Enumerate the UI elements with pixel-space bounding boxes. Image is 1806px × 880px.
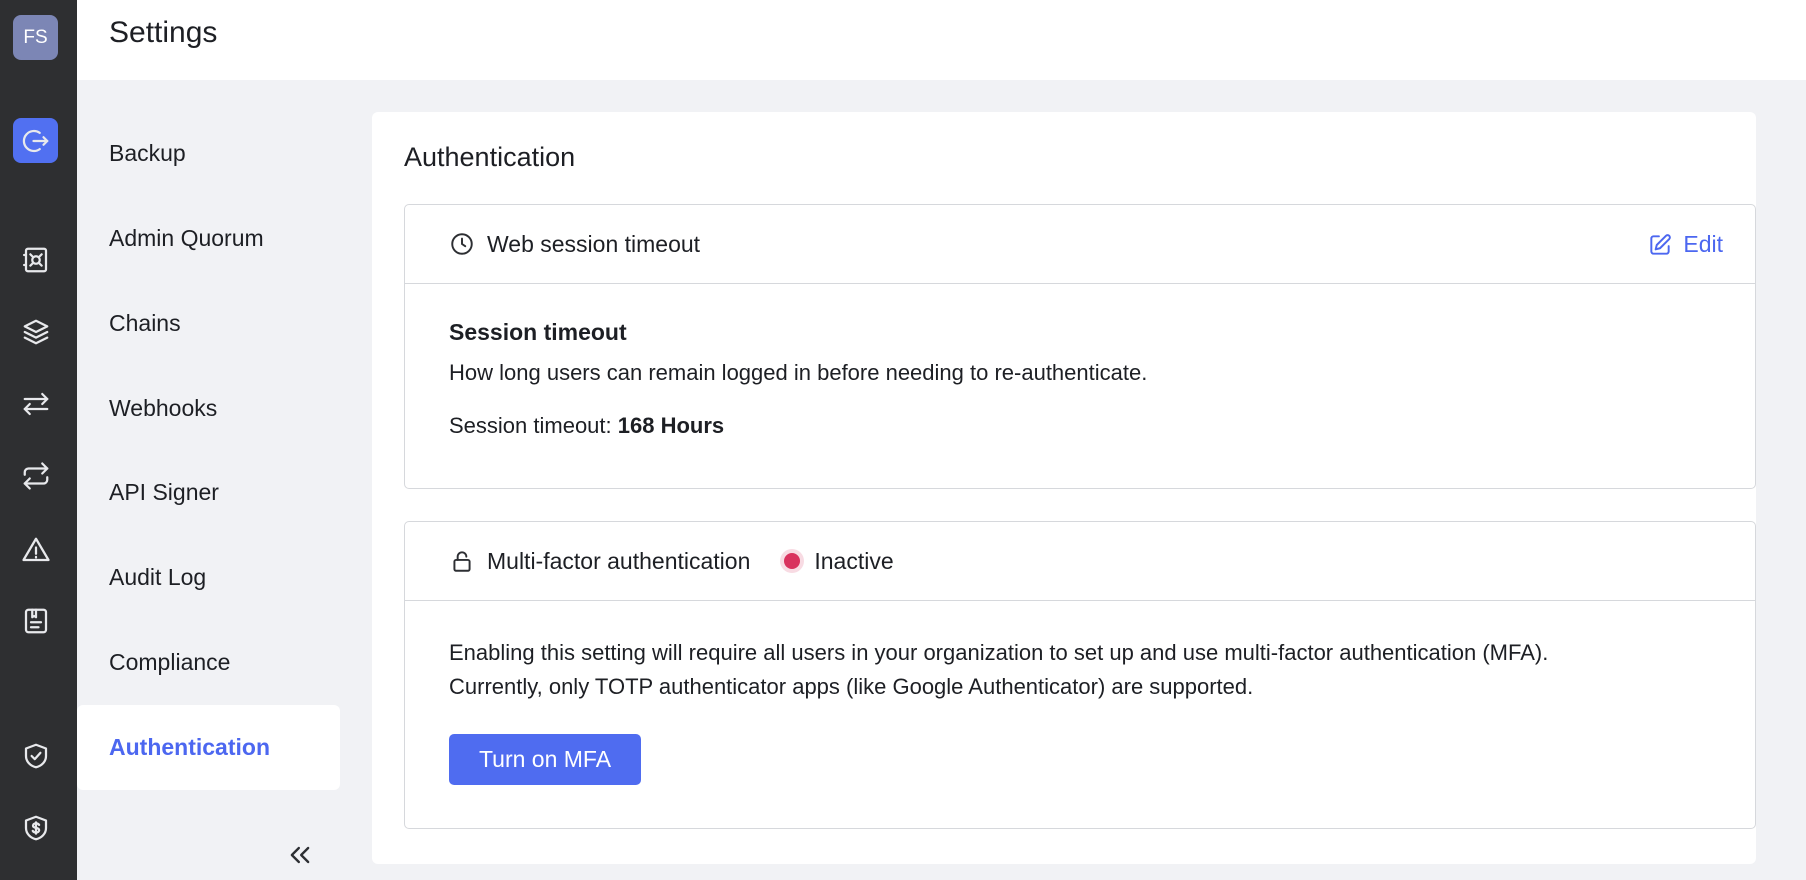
mfa-description: Enabling this setting will require all u…: [449, 636, 1709, 704]
collapse-sidebar-icon[interactable]: [282, 840, 318, 870]
mfa-card: Multi-factor authentication Inactive Ena…: [404, 521, 1756, 829]
mfa-card-header: Multi-factor authentication Inactive: [405, 522, 1755, 601]
shield-dollar-icon[interactable]: [16, 808, 56, 848]
shield-check-icon[interactable]: [16, 736, 56, 776]
session-timeout-value: 168 Hours: [617, 413, 725, 438]
repeat-icon[interactable]: [16, 456, 56, 496]
app-rail: FS: [0, 0, 77, 880]
mfa-description-line2: Currently, only TOTP authenticator apps …: [449, 674, 1254, 699]
page-title: Settings: [109, 16, 218, 49]
turn-on-mfa-button[interactable]: Turn on MFA: [449, 734, 641, 785]
session-timeout-value-line: Session timeout: 168 Hours: [449, 413, 724, 439]
logout-icon[interactable]: [13, 118, 58, 163]
receipt-icon[interactable]: [16, 601, 56, 641]
session-timeout-label: Session timeout:: [449, 413, 612, 438]
vault-icon[interactable]: [16, 240, 56, 280]
submenu-item-backup[interactable]: Backup: [77, 111, 340, 196]
section-title: Authentication: [404, 142, 576, 172]
page-header: Settings: [77, 0, 1806, 80]
transfer-icon[interactable]: [16, 384, 56, 424]
edit-label: Edit: [1683, 231, 1723, 257]
edit-button[interactable]: Edit: [1647, 205, 1723, 284]
submenu-item-compliance[interactable]: Compliance: [77, 620, 340, 705]
submenu-item-admin-quorum[interactable]: Admin Quorum: [77, 196, 340, 281]
status-badge: Inactive: [784, 547, 894, 575]
submenu-item-webhooks[interactable]: Webhooks: [77, 366, 340, 451]
clock-icon: [449, 231, 475, 257]
web-session-card-header: Web session timeout Edit: [405, 205, 1755, 284]
authentication-panel: Authentication Web session timeout Edit …: [372, 112, 1756, 864]
web-session-title: Web session timeout: [487, 230, 701, 257]
avatar[interactable]: FS: [13, 15, 58, 60]
edit-icon: [1650, 233, 1672, 255]
status-label: Inactive: [814, 547, 894, 574]
mfa-title: Multi-factor authentication: [487, 547, 751, 574]
lock-icon: [449, 548, 475, 574]
settings-submenu: Backup Admin Quorum Chains Webhooks API …: [77, 80, 372, 880]
submenu-item-audit-log[interactable]: Audit Log: [77, 535, 340, 620]
submenu-item-authentication[interactable]: Authentication: [77, 705, 340, 790]
session-timeout-description: How long users can remain logged in befo…: [449, 360, 1148, 385]
mfa-description-line1: Enabling this setting will require all u…: [449, 640, 1549, 665]
web-session-card: Web session timeout Edit Session timeout…: [404, 204, 1756, 489]
warning-icon[interactable]: [16, 530, 56, 570]
status-dot-icon: [784, 553, 801, 569]
submenu-item-api-signer[interactable]: API Signer: [77, 450, 340, 535]
session-timeout-heading: Session timeout: [449, 319, 627, 345]
submenu-item-chains[interactable]: Chains: [77, 281, 340, 366]
layers-icon[interactable]: [16, 312, 56, 352]
